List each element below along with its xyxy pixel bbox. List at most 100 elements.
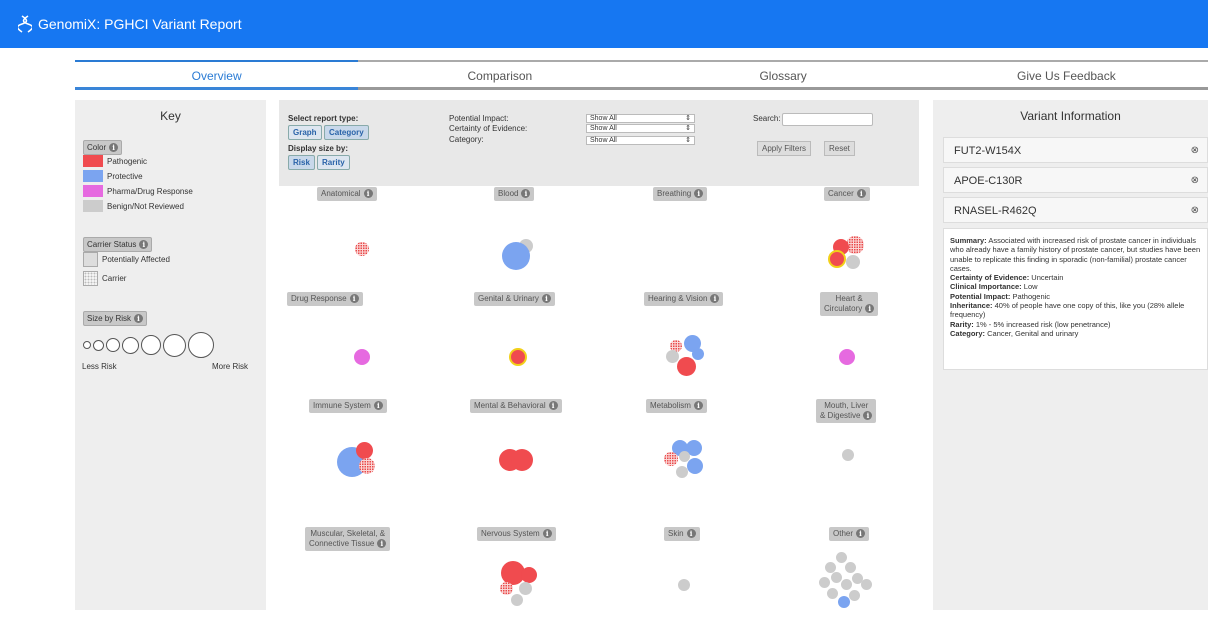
category-hearing-vision[interactable]: Hearing & Vision i <box>644 292 724 306</box>
category-mental-behavioral[interactable]: Mental & Behavioral i <box>470 399 562 413</box>
category-button[interactable]: Category <box>324 125 369 140</box>
close-circle-icon[interactable]: ⊗ <box>1191 145 1199 156</box>
variant-bubble[interactable] <box>511 449 533 471</box>
less-risk-label: Less Risk <box>82 362 117 371</box>
variant-bubble[interactable] <box>838 596 850 608</box>
category-heart-circulatory[interactable]: Heart & Circulatory i <box>820 292 879 316</box>
category-immune-system[interactable]: Immune System i <box>309 399 387 413</box>
variant-bubble[interactable] <box>846 255 860 269</box>
legend-protective: Protective <box>83 170 143 182</box>
info-icon[interactable]: i <box>363 189 373 198</box>
impact-select[interactable]: Show All ⇕ <box>586 114 695 123</box>
info-icon[interactable]: i <box>693 401 703 410</box>
variant-bubble[interactable] <box>666 350 679 363</box>
close-circle-icon[interactable]: ⊗ <box>1191 175 1199 186</box>
category-drug-response[interactable]: Drug Response i <box>287 292 363 306</box>
info-icon[interactable]: i <box>134 314 144 323</box>
variant-bubble[interactable] <box>677 357 696 376</box>
variant-bubble[interactable] <box>819 577 830 588</box>
variant-bubble[interactable] <box>827 588 838 599</box>
certainty-select[interactable]: Show All ⇕ <box>586 124 695 133</box>
category-skin[interactable]: Skin i <box>664 527 700 541</box>
info-icon[interactable]: i <box>521 189 531 198</box>
info-icon[interactable]: i <box>109 143 119 152</box>
category-mouth-liver-digestive[interactable]: Mouth, Liver & Digestive i <box>816 399 877 423</box>
variant-bubble[interactable] <box>845 562 856 573</box>
info-icon[interactable]: i <box>694 189 704 198</box>
info-icon[interactable]: i <box>710 294 720 303</box>
tab-overview[interactable]: Overview <box>75 60 359 90</box>
variant-bubble[interactable] <box>687 458 703 474</box>
reset-button[interactable]: Reset <box>824 141 855 156</box>
info-icon[interactable]: i <box>856 529 866 538</box>
variant-item-fut2[interactable]: FUT2-W154X ⊗ <box>943 137 1208 163</box>
rarity-value: 1% - 5% increased risk (low penetrance) <box>975 319 1111 329</box>
tab-glossary[interactable]: Glossary <box>641 60 925 90</box>
variant-bubble[interactable] <box>841 579 852 590</box>
category-other[interactable]: Other i <box>829 527 870 541</box>
certainty-select-value: Show All <box>590 125 617 132</box>
variant-item-rnasel[interactable]: RNASEL-R462Q ⊗ <box>943 197 1208 223</box>
category-cancer[interactable]: Cancer i <box>824 187 870 201</box>
close-circle-icon[interactable]: ⊗ <box>1191 205 1199 216</box>
category-genital-urinary[interactable]: Genital & Urinary i <box>474 292 555 306</box>
graph-button[interactable]: Graph <box>288 125 322 140</box>
category-muscular-skeletal[interactable]: Muscular, Skeletal, & Connective Tissue i <box>305 527 391 551</box>
variant-bubble[interactable] <box>500 582 513 595</box>
category-select[interactable]: Show All ⇕ <box>586 136 695 145</box>
info-icon[interactable]: i <box>542 529 552 538</box>
variant-bubble[interactable] <box>359 458 375 474</box>
info-icon[interactable]: i <box>373 401 383 410</box>
variant-bubble[interactable] <box>676 466 688 478</box>
info-icon[interactable]: i <box>139 240 149 249</box>
app-title: GenomiX: PGHCI Variant Report <box>38 16 242 32</box>
carrier-badge: Carrier Status i <box>83 237 153 252</box>
variant-bubble[interactable] <box>509 348 527 366</box>
pharma-swatch <box>83 185 103 197</box>
variant-bubble[interactable] <box>502 242 530 270</box>
info-icon[interactable]: i <box>541 294 551 303</box>
variant-bubble[interactable] <box>521 567 537 583</box>
search-input[interactable] <box>782 113 873 126</box>
report-type-label: Select report type: <box>288 114 359 123</box>
category-blood[interactable]: Blood i <box>494 187 535 201</box>
inheritance-label: Inheritance: <box>950 301 993 311</box>
category-blood-label: Blood <box>498 189 519 198</box>
legend-pathogenic: Pathogenic <box>83 155 147 167</box>
variant-bubble[interactable] <box>849 590 860 601</box>
variant-bubble[interactable] <box>842 449 854 461</box>
tab-comparison[interactable]: Comparison <box>358 60 642 90</box>
info-icon[interactable]: i <box>548 401 558 410</box>
variant-bubble[interactable] <box>511 594 523 606</box>
variant-item-apoe[interactable]: APOE-C130R ⊗ <box>943 167 1208 193</box>
category-metabolism[interactable]: Metabolism i <box>646 399 707 413</box>
risk-button[interactable]: Risk <box>288 155 315 170</box>
info-icon[interactable]: i <box>686 529 696 538</box>
variant-bubble[interactable] <box>356 442 373 459</box>
variant-bubble[interactable] <box>664 452 678 466</box>
variant-bubble[interactable] <box>839 349 855 365</box>
apply-filters-button[interactable]: Apply Filters <box>757 141 812 156</box>
rarity-button[interactable]: Rarity <box>317 155 350 170</box>
variant-bubble[interactable] <box>831 572 842 583</box>
tab-feedback[interactable]: Give Us Feedback <box>924 60 1208 90</box>
variant-bubble[interactable] <box>836 552 847 563</box>
variant-bubble[interactable] <box>678 579 690 591</box>
category-anatomical[interactable]: Anatomical i <box>317 187 377 201</box>
info-icon[interactable]: i <box>865 304 875 313</box>
variant-bubble[interactable] <box>692 348 704 360</box>
info-icon[interactable]: i <box>863 411 873 420</box>
variant-bubble[interactable] <box>354 349 370 365</box>
info-icon[interactable]: i <box>377 539 387 548</box>
variant-bubble[interactable] <box>828 250 846 268</box>
category-breathing[interactable]: Breathing i <box>653 187 708 201</box>
variant-bubble[interactable] <box>355 242 369 256</box>
search-label: Search: <box>753 114 781 123</box>
variant-bubble[interactable] <box>519 582 532 595</box>
variant-item-apoe-name: APOE-C130R <box>954 175 1023 187</box>
info-icon[interactable]: i <box>856 189 866 198</box>
category-nervous-system[interactable]: Nervous System i <box>477 527 556 541</box>
info-icon[interactable]: i <box>349 294 359 303</box>
variant-bubble[interactable] <box>861 579 872 590</box>
app-header: GenomiX: PGHCI Variant Report <box>0 0 1208 48</box>
